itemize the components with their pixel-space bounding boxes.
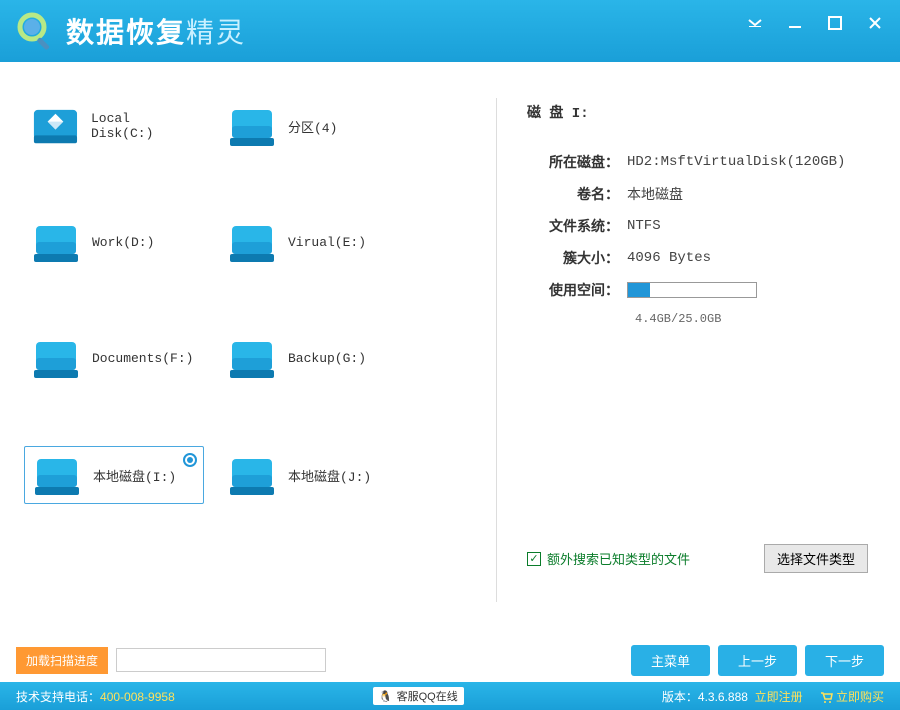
- version-info: 版本：4.3.6.888 立即注册: [662, 688, 803, 705]
- cluster-value: 4096 Bytes: [627, 250, 711, 266]
- logo-icon: [16, 11, 56, 51]
- selected-radio-icon: [183, 453, 197, 467]
- disk-label: Backup(G:): [288, 351, 366, 366]
- disk-item[interactable]: 分区(4): [220, 98, 400, 154]
- disk-item[interactable]: 本地磁盘(J:): [220, 446, 400, 504]
- app-title: 数据恢复精灵: [66, 11, 246, 51]
- disk-item[interactable]: Work(D:): [24, 214, 204, 270]
- info-title: 磁 盘 I:: [527, 102, 868, 122]
- host-disk-label: 所在磁盘：: [527, 152, 627, 172]
- usage-text: 4.4GB/25.0GB: [635, 312, 868, 326]
- footer-actions: 加载扫描进度 主菜单 上一步 下一步: [0, 638, 900, 682]
- disk-label: 本地磁盘(J:): [288, 466, 371, 485]
- statusbar: 技术支持电话：400-008-9958 🐧 客服QQ在线 版本：4.3.6.88…: [0, 682, 900, 710]
- extra-search-label: 额外搜索已知类型的文件: [547, 549, 690, 568]
- minimize-icon[interactable]: [786, 14, 804, 32]
- disk-label: Virual(E:): [288, 235, 366, 250]
- filesystem-label: 文件系统：: [527, 216, 627, 236]
- disk-label: Documents(F:): [92, 351, 193, 366]
- main-content: Local Disk(C:) 分区(4) Work(D:) Virual(E:) Doc…: [0, 62, 900, 638]
- scan-options: ✓ 额外搜索已知类型的文件 选择文件类型: [527, 544, 868, 573]
- disk-item[interactable]: Local Disk(C:): [24, 98, 204, 154]
- disk-info-panel: 磁 盘 I: 所在磁盘： HD2:MsftVirtualDisk(120GB) …: [497, 78, 884, 622]
- qq-support-badge[interactable]: 🐧 客服QQ在线: [373, 687, 464, 705]
- support-info: 技术支持电话：400-008-9958: [16, 688, 175, 705]
- checkbox-icon: ✓: [527, 552, 541, 566]
- app-logo: 数据恢复精灵: [16, 11, 246, 51]
- drive-icon: [226, 104, 278, 148]
- drive-icon: [226, 336, 278, 380]
- filesystem-value: NTFS: [627, 218, 661, 234]
- titlebar: 数据恢复精灵: [0, 0, 900, 62]
- buy-link[interactable]: 立即购买: [819, 688, 884, 705]
- file-type-button[interactable]: 选择文件类型: [764, 544, 868, 573]
- drive-icon: [30, 220, 82, 264]
- qq-icon: 🐧: [379, 690, 393, 703]
- drive-icon: [226, 220, 278, 264]
- drive-icon: [226, 453, 278, 497]
- disk-label: 分区(4): [288, 117, 337, 136]
- disk-item[interactable]: 本地磁盘(I:): [24, 446, 204, 504]
- drive-icon: [30, 336, 82, 380]
- drive-icon: [31, 453, 83, 497]
- disk-item[interactable]: Virual(E:): [220, 214, 400, 270]
- disk-item[interactable]: Backup(G:): [220, 330, 400, 386]
- load-progress-button[interactable]: 加载扫描进度: [16, 647, 108, 674]
- window-controls: [746, 14, 884, 32]
- usage-label: 使用空间：: [527, 280, 627, 300]
- prev-button[interactable]: 上一步: [718, 645, 797, 676]
- cluster-label: 簇大小：: [527, 248, 627, 268]
- volume-value: 本地磁盘: [627, 184, 683, 204]
- dropdown-icon[interactable]: [746, 14, 764, 32]
- host-disk-value: HD2:MsftVirtualDisk(120GB): [627, 154, 845, 170]
- main-menu-button[interactable]: 主菜单: [631, 645, 710, 676]
- usage-progress: [627, 282, 757, 298]
- disk-list-panel: Local Disk(C:) 分区(4) Work(D:) Virual(E:) Doc…: [16, 78, 496, 622]
- disk-label: Local Disk(C:): [91, 111, 198, 141]
- disk-label: Work(D:): [92, 235, 154, 250]
- extra-search-checkbox[interactable]: ✓ 额外搜索已知类型的文件: [527, 549, 690, 568]
- disk-label: 本地磁盘(I:): [93, 466, 176, 485]
- disk-item[interactable]: Documents(F:): [24, 330, 204, 386]
- next-button[interactable]: 下一步: [805, 645, 884, 676]
- load-progress-input[interactable]: [116, 648, 326, 672]
- close-icon[interactable]: [866, 14, 884, 32]
- maximize-icon[interactable]: [826, 14, 844, 32]
- volume-label: 卷名：: [527, 184, 627, 204]
- drive-icon: [30, 104, 81, 148]
